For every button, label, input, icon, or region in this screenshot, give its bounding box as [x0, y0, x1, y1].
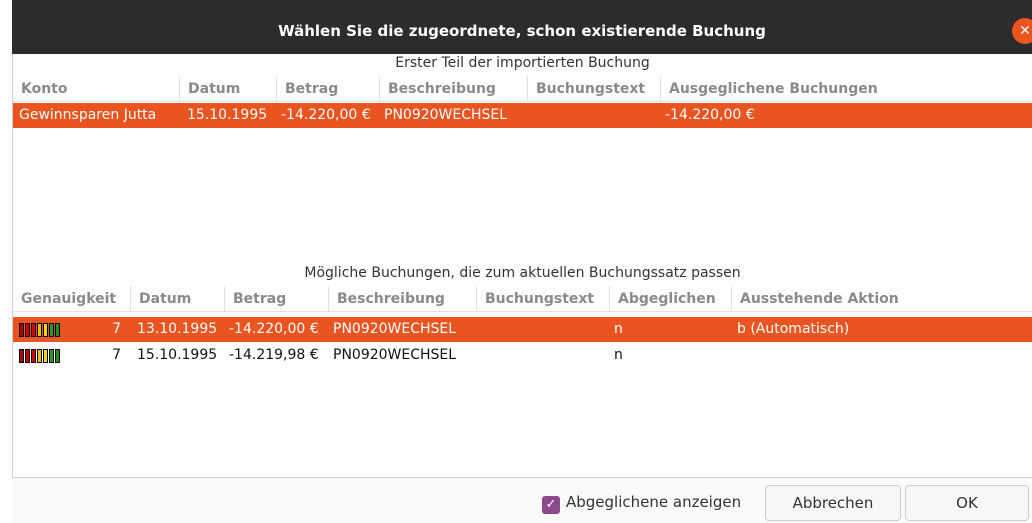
cell-beschreibung: PN0920WECHSEL: [384, 107, 508, 123]
accuracy-segment: [37, 349, 42, 363]
column-header-genauigkeit[interactable]: Genauigkeit: [13, 286, 131, 312]
cell-ausstehende-aktion: [731, 343, 981, 368]
cancel-button[interactable]: Abbrechen: [765, 485, 901, 521]
cell-ausstehende-aktion: b (Automatisch): [737, 321, 850, 337]
accuracy-bar: [19, 349, 60, 363]
cell-beschreibung: PN0920WECHSEL: [333, 321, 457, 337]
cell-betrag: -14.220,00 €: [229, 321, 319, 337]
dialog-title: Wählen Sie die zugeordnete, schon existi…: [278, 22, 766, 40]
match-row[interactable]: 7 15.10.1995 -14.219,98 € PN0920WECHSEL …: [13, 343, 1032, 368]
column-header-beschreibung[interactable]: Beschreibung: [329, 286, 477, 312]
dialog-footer: ✓ Abgeglichene anzeigen Abbrechen OK: [12, 478, 1032, 523]
accuracy-segment: [43, 323, 48, 337]
column-header-ausstehende-aktion[interactable]: Ausstehende Aktion: [732, 286, 1032, 312]
column-header-beschreibung[interactable]: Beschreibung: [380, 76, 528, 102]
match-row[interactable]: 7 13.10.1995 -14.220,00 € PN0920WECHSEL …: [13, 317, 1032, 342]
accuracy-segment: [25, 323, 30, 337]
accuracy-segment: [19, 349, 24, 363]
dialog-titlebar: Wählen Sie die zugeordnete, schon existi…: [12, 0, 1032, 60]
matches-panel: Mögliche Buchungen, die zum aktuellen Bu…: [12, 264, 1032, 478]
column-header-buchungstext[interactable]: Buchungstext: [528, 76, 661, 102]
accuracy-segment: [31, 349, 36, 363]
cell-betrag: -14.219,98 €: [229, 347, 319, 363]
show-matched-label[interactable]: Abgeglichene anzeigen: [566, 493, 741, 511]
column-header-konto[interactable]: Konto: [13, 76, 180, 102]
column-header-buchungstext[interactable]: Buchungstext: [477, 286, 610, 312]
column-header-betrag[interactable]: Betrag: [225, 286, 329, 312]
cell-beschreibung: PN0920WECHSEL: [333, 347, 457, 363]
cell-abgeglichen: n: [614, 321, 623, 337]
accuracy-segment: [55, 349, 60, 363]
cell-betrag: -14.220,00 €: [281, 107, 371, 123]
column-header-betrag[interactable]: Betrag: [277, 76, 380, 102]
accuracy-segment: [25, 349, 30, 363]
cell-konto: Gewinnsparen Jutta: [19, 107, 157, 123]
close-icon[interactable]: ✕: [1012, 18, 1032, 44]
accuracy-bar: [19, 323, 60, 337]
cell-buchungstext: [477, 343, 610, 368]
cell-buchungstext: [528, 103, 661, 128]
accuracy-segment: [55, 323, 60, 337]
column-header-datum[interactable]: Datum: [131, 286, 225, 312]
column-header-abgeglichen[interactable]: Abgeglichen: [610, 286, 732, 312]
accuracy-segment: [49, 323, 54, 337]
cell-datum: 15.10.1995: [187, 107, 268, 123]
cell-ausgeglichene-buchungen: -14.220,00 €: [665, 107, 755, 123]
ok-button[interactable]: OK: [905, 485, 1029, 521]
column-header-ausgeglichene-buchungen[interactable]: Ausgeglichene Buchungen: [661, 76, 1032, 102]
imported-row[interactable]: Gewinnsparen Jutta 15.10.1995 -14.220,00…: [13, 103, 1032, 128]
cell-abgeglichen: n: [614, 347, 623, 363]
imported-caption: Erster Teil der importierten Buchung: [395, 55, 650, 71]
accuracy-segment: [43, 349, 48, 363]
accuracy-segment: [31, 323, 36, 337]
accuracy-segment: [49, 349, 54, 363]
cell-buchungstext: [477, 317, 610, 342]
accuracy-segment: [19, 323, 24, 337]
matches-caption: Mögliche Buchungen, die zum aktuellen Bu…: [304, 265, 741, 281]
matches-table-header: Genauigkeit Datum Betrag Beschreibung Bu…: [13, 286, 1032, 312]
show-matched-checkbox[interactable]: ✓: [542, 496, 560, 514]
cell-score: 7: [112, 347, 121, 363]
cell-datum: 15.10.1995: [137, 347, 218, 363]
cell-datum: 13.10.1995: [137, 321, 218, 337]
column-header-datum[interactable]: Datum: [180, 76, 277, 102]
accuracy-segment: [37, 323, 42, 337]
imported-table-header: Konto Datum Betrag Beschreibung Buchungs…: [13, 76, 1032, 102]
cell-score: 7: [112, 321, 121, 337]
imported-transaction-panel: Erster Teil der importierten Buchung Kon…: [12, 54, 1032, 266]
